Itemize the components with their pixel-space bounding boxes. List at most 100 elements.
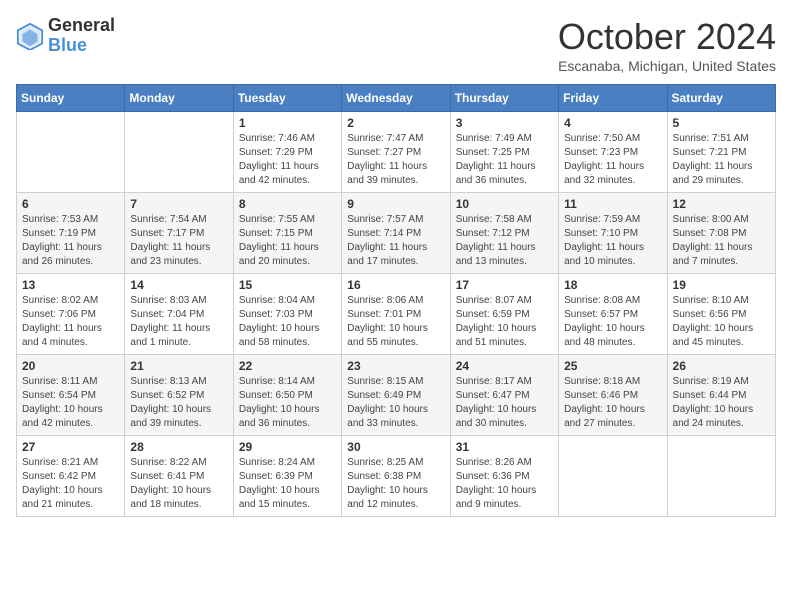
day-info: Sunrise: 8:18 AMSunset: 6:46 PMDaylight:…: [564, 375, 661, 431]
day-number: 4: [564, 116, 661, 130]
day-info: Sunrise: 8:21 AMSunset: 6:42 PMDaylight:…: [22, 456, 119, 512]
day-cell: 17 Sunrise: 8:07 AMSunset: 6:59 PMDayligh…: [450, 274, 558, 355]
day-info: Sunrise: 7:53 AMSunset: 7:19 PMDaylight:…: [22, 213, 119, 269]
day-number: 23: [347, 359, 444, 373]
day-number: 1: [239, 116, 336, 130]
day-info: Sunrise: 7:54 AMSunset: 7:17 PMDaylight:…: [130, 213, 227, 269]
day-number: 11: [564, 197, 661, 211]
day-cell: 8 Sunrise: 7:55 AMSunset: 7:15 PMDaylight…: [233, 193, 341, 274]
logo-text: General Blue: [48, 16, 115, 56]
day-cell: 14 Sunrise: 8:03 AMSunset: 7:04 PMDayligh…: [125, 274, 233, 355]
day-cell: 3 Sunrise: 7:49 AMSunset: 7:25 PMDaylight…: [450, 112, 558, 193]
day-number: 31: [456, 440, 553, 454]
day-cell: [125, 112, 233, 193]
location-subtitle: Escanaba, Michigan, United States: [558, 58, 776, 74]
day-cell: 10 Sunrise: 7:58 AMSunset: 7:12 PMDayligh…: [450, 193, 558, 274]
day-number: 6: [22, 197, 119, 211]
day-number: 27: [22, 440, 119, 454]
day-cell: 6 Sunrise: 7:53 AMSunset: 7:19 PMDaylight…: [17, 193, 125, 274]
day-cell: 21 Sunrise: 8:13 AMSunset: 6:52 PMDayligh…: [125, 355, 233, 436]
day-info: Sunrise: 8:07 AMSunset: 6:59 PMDaylight:…: [456, 294, 553, 350]
day-cell: 27 Sunrise: 8:21 AMSunset: 6:42 PMDayligh…: [17, 436, 125, 517]
day-cell: 1 Sunrise: 7:46 AMSunset: 7:29 PMDaylight…: [233, 112, 341, 193]
day-number: 2: [347, 116, 444, 130]
day-cell: 20 Sunrise: 8:11 AMSunset: 6:54 PMDayligh…: [17, 355, 125, 436]
day-info: Sunrise: 7:55 AMSunset: 7:15 PMDaylight:…: [239, 213, 336, 269]
day-info: Sunrise: 7:51 AMSunset: 7:21 PMDaylight:…: [673, 132, 770, 188]
title-block: October 2024 Escanaba, Michigan, United …: [558, 16, 776, 74]
day-number: 5: [673, 116, 770, 130]
day-info: Sunrise: 8:13 AMSunset: 6:52 PMDaylight:…: [130, 375, 227, 431]
column-header-saturday: Saturday: [667, 85, 775, 112]
day-number: 25: [564, 359, 661, 373]
day-number: 13: [22, 278, 119, 292]
day-info: Sunrise: 8:25 AMSunset: 6:38 PMDaylight:…: [347, 456, 444, 512]
day-number: 7: [130, 197, 227, 211]
column-header-tuesday: Tuesday: [233, 85, 341, 112]
day-cell: 9 Sunrise: 7:57 AMSunset: 7:14 PMDaylight…: [342, 193, 450, 274]
day-info: Sunrise: 7:57 AMSunset: 7:14 PMDaylight:…: [347, 213, 444, 269]
day-info: Sunrise: 8:06 AMSunset: 7:01 PMDaylight:…: [347, 294, 444, 350]
day-number: 21: [130, 359, 227, 373]
day-info: Sunrise: 8:08 AMSunset: 6:57 PMDaylight:…: [564, 294, 661, 350]
day-cell: 13Sunrise: 8:02 AMSunset: 7:06 PMDayligh…: [17, 274, 125, 355]
day-number: 20: [22, 359, 119, 373]
day-cell: 28Sunrise: 8:22 AMSunset: 6:41 PMDayligh…: [125, 436, 233, 517]
day-headers-row: SundayMondayTuesdayWednesdayThursdayFrid…: [17, 85, 776, 112]
logo-icon: [16, 22, 44, 50]
day-number: 9: [347, 197, 444, 211]
day-cell: 4 Sunrise: 7:50 AMSunset: 7:23 PMDaylight…: [559, 112, 667, 193]
day-number: 8: [239, 197, 336, 211]
day-cell: 22 Sunrise: 8:14 AMSunset: 6:50 PMDayligh…: [233, 355, 341, 436]
day-cell: 23 Sunrise: 8:15 AMSunset: 6:49 PMDayligh…: [342, 355, 450, 436]
day-cell: 16Sunrise: 8:06 AMSunset: 7:01 PMDayligh…: [342, 274, 450, 355]
column-header-friday: Friday: [559, 85, 667, 112]
day-number: 10: [456, 197, 553, 211]
day-info: Sunrise: 8:19 AMSunset: 6:44 PMDaylight:…: [673, 375, 770, 431]
day-info: Sunrise: 8:15 AMSunset: 6:49 PMDaylight:…: [347, 375, 444, 431]
day-info: Sunrise: 7:46 AMSunset: 7:29 PMDaylight:…: [239, 132, 336, 188]
day-cell: 18 Sunrise: 8:08 AMSunset: 6:57 PMDayligh…: [559, 274, 667, 355]
day-cell: 5 Sunrise: 7:51 AMSunset: 7:21 PMDaylight…: [667, 112, 775, 193]
week-row-4: 20 Sunrise: 8:11 AMSunset: 6:54 PMDayligh…: [17, 355, 776, 436]
day-number: 24: [456, 359, 553, 373]
day-number: 28: [130, 440, 227, 454]
day-number: 30: [347, 440, 444, 454]
day-info: Sunrise: 7:49 AMSunset: 7:25 PMDaylight:…: [456, 132, 553, 188]
day-info: Sunrise: 8:24 AMSunset: 6:39 PMDaylight:…: [239, 456, 336, 512]
day-cell: 26Sunrise: 8:19 AMSunset: 6:44 PMDayligh…: [667, 355, 775, 436]
day-cell: 19 Sunrise: 8:10 AMSunset: 6:56 PMDayligh…: [667, 274, 775, 355]
column-header-sunday: Sunday: [17, 85, 125, 112]
day-cell: 2Sunrise: 7:47 AMSunset: 7:27 PMDaylight…: [342, 112, 450, 193]
day-info: Sunrise: 8:10 AMSunset: 6:56 PMDaylight:…: [673, 294, 770, 350]
day-cell: 11 Sunrise: 7:59 AMSunset: 7:10 PMDayligh…: [559, 193, 667, 274]
week-row-1: 1 Sunrise: 7:46 AMSunset: 7:29 PMDaylight…: [17, 112, 776, 193]
day-cell: 30 Sunrise: 8:25 AMSunset: 6:38 PMDayligh…: [342, 436, 450, 517]
day-cell: 29 Sunrise: 8:24 AMSunset: 6:39 PMDayligh…: [233, 436, 341, 517]
day-info: Sunrise: 8:04 AMSunset: 7:03 PMDaylight:…: [239, 294, 336, 350]
day-number: 3: [456, 116, 553, 130]
logo: General Blue: [16, 16, 115, 56]
day-info: Sunrise: 7:58 AMSunset: 7:12 PMDaylight:…: [456, 213, 553, 269]
day-info: Sunrise: 7:50 AMSunset: 7:23 PMDaylight:…: [564, 132, 661, 188]
day-info: Sunrise: 7:59 AMSunset: 7:10 PMDaylight:…: [564, 213, 661, 269]
day-info: Sunrise: 8:03 AMSunset: 7:04 PMDaylight:…: [130, 294, 227, 350]
day-number: 17: [456, 278, 553, 292]
day-number: 14: [130, 278, 227, 292]
day-number: 19: [673, 278, 770, 292]
day-info: Sunrise: 8:14 AMSunset: 6:50 PMDaylight:…: [239, 375, 336, 431]
day-number: 12: [673, 197, 770, 211]
day-cell: 12Sunrise: 8:00 AMSunset: 7:08 PMDayligh…: [667, 193, 775, 274]
day-number: 18: [564, 278, 661, 292]
column-header-thursday: Thursday: [450, 85, 558, 112]
day-cell: [667, 436, 775, 517]
day-info: Sunrise: 8:11 AMSunset: 6:54 PMDaylight:…: [22, 375, 119, 431]
day-cell: 25 Sunrise: 8:18 AMSunset: 6:46 PMDayligh…: [559, 355, 667, 436]
day-number: 29: [239, 440, 336, 454]
day-cell: 24Sunrise: 8:17 AMSunset: 6:47 PMDayligh…: [450, 355, 558, 436]
day-info: Sunrise: 8:26 AMSunset: 6:36 PMDaylight:…: [456, 456, 553, 512]
day-cell: 7 Sunrise: 7:54 AMSunset: 7:17 PMDaylight…: [125, 193, 233, 274]
page-header: General Blue October 2024 Escanaba, Mich…: [16, 16, 776, 74]
day-number: 22: [239, 359, 336, 373]
calendar-table: SundayMondayTuesdayWednesdayThursdayFrid…: [16, 84, 776, 517]
